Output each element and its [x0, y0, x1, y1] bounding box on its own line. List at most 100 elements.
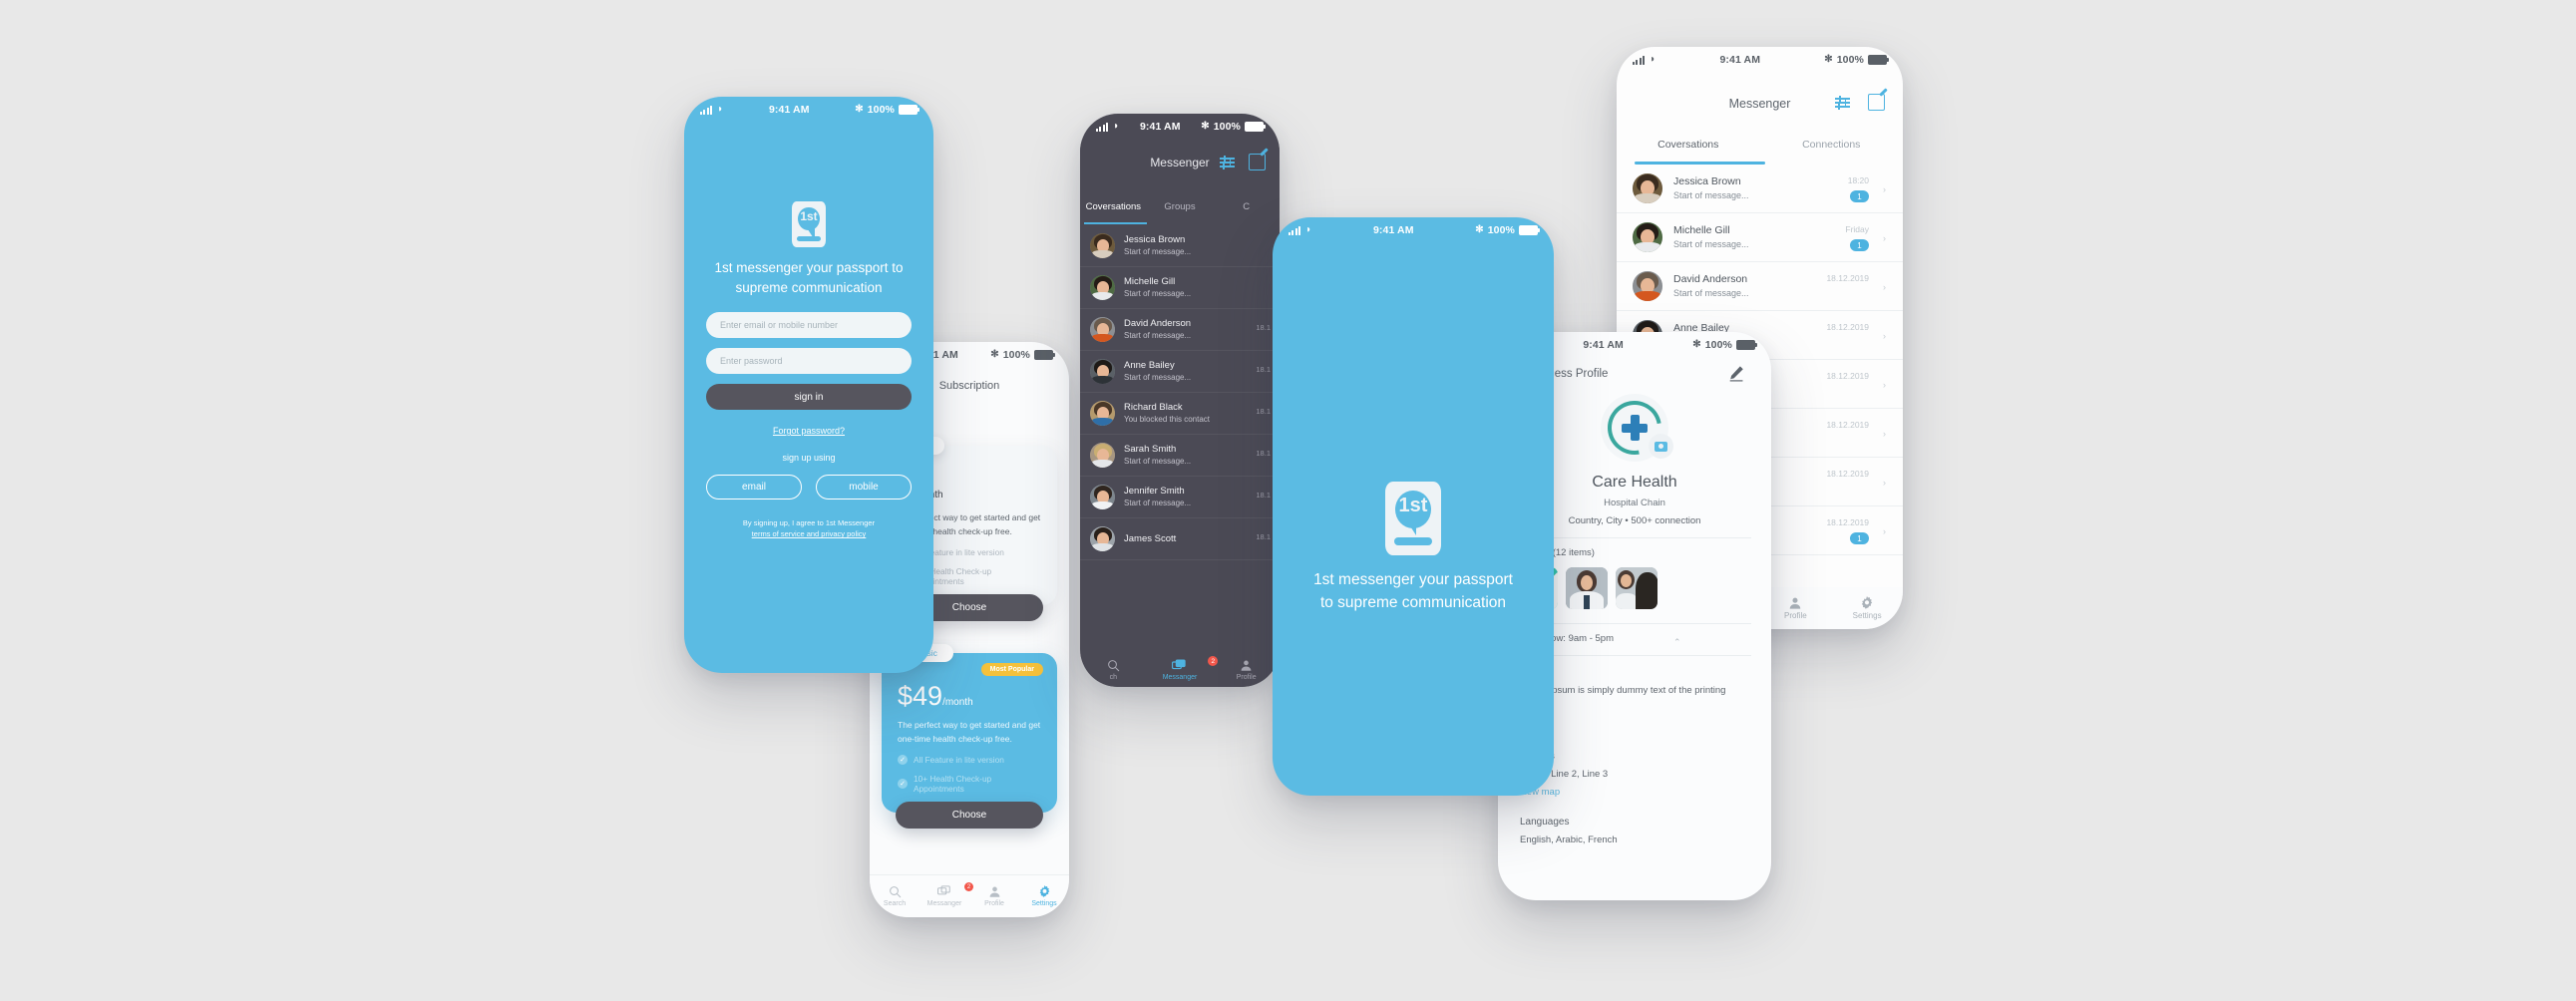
timestamp: 18.12.2019	[1826, 420, 1869, 430]
compose-icon[interactable]	[1868, 94, 1885, 111]
avatar	[1090, 485, 1115, 509]
conversation-row[interactable]: Michelle Gill Start of message... Friday › 1	[1617, 213, 1903, 262]
timestamp: 18.12.2019	[1826, 371, 1869, 381]
conversation-row[interactable]: Jennifer Smith Start of message... 18.1	[1080, 477, 1280, 518]
signal-icon	[1288, 225, 1301, 235]
signup-mobile-button[interactable]: mobile	[816, 475, 912, 500]
conversation-row[interactable]: Anne Bailey Start of message... 18.1	[1080, 351, 1280, 393]
nav-item-settings[interactable]: Settings	[1831, 595, 1903, 620]
avatar	[1090, 275, 1115, 300]
avatar	[1090, 401, 1115, 426]
conversation-meta: Michelle Gill Start of message...	[1124, 276, 1191, 299]
chevron-right-icon: ›	[1883, 478, 1886, 488]
plan-card-basic[interactable]: basic Most Popular $49/month The perfect…	[882, 644, 1057, 829]
check-icon: ✓	[898, 779, 908, 790]
bluetooth-icon: ✻	[1692, 339, 1701, 350]
password-field[interactable]: Enter password	[706, 348, 912, 374]
header-actions	[1835, 94, 1885, 111]
status-time: 9:41 AM	[1719, 54, 1761, 66]
battery-percent: 100%	[1836, 54, 1864, 66]
nav-item-search[interactable]: ch	[1080, 659, 1147, 681]
timestamp: Friday	[1845, 224, 1869, 234]
sign-up-using-label: sign up using	[782, 453, 836, 463]
avatar-art	[1090, 485, 1115, 509]
battery-icon	[1245, 122, 1266, 132]
plan-price: $49	[898, 681, 943, 711]
avatar-art	[1633, 271, 1662, 301]
filter-sliders-icon[interactable]	[1220, 155, 1235, 169]
nav-item-profile[interactable]: Profile	[969, 885, 1019, 907]
nav-label: Settings	[1031, 900, 1057, 907]
conversation-row[interactable]: Jessica Brown Start of message... 18:20 › 1	[1617, 165, 1903, 213]
battery-percent: 100%	[867, 104, 895, 116]
chevron-up-icon[interactable]: ⌃	[1673, 637, 1681, 648]
conversation-row[interactable]: Richard BlackYou blocked this contact 18.…	[1080, 393, 1280, 435]
avatar-body	[1092, 376, 1113, 384]
message-preview: Start of message...	[1124, 372, 1192, 382]
message-preview: Start of message...	[1124, 330, 1192, 340]
status-right: ✻ 100%	[1692, 339, 1757, 351]
email-field[interactable]: Enter email or mobile number	[706, 312, 912, 338]
status-time: 9:41 AM	[1139, 121, 1181, 133]
nav-item-messanger[interactable]: 2 Messanger	[920, 882, 973, 907]
terms-text[interactable]: By signing up, I agree to 1st Messenger …	[706, 517, 912, 540]
avatar	[1090, 443, 1115, 468]
forgot-password-link[interactable]: Forgot password?	[706, 426, 912, 436]
compose-icon[interactable]	[1249, 154, 1266, 170]
nav-item-messanger[interactable]: 2 Messanger	[1147, 656, 1219, 681]
chevron-right-icon: ›	[1883, 331, 1886, 341]
conversation-meta: Sarah SmithStart of message...	[1124, 444, 1191, 467]
sign-in-button[interactable]: sign in	[706, 384, 912, 410]
tab-contacts[interactable]: C	[1213, 201, 1280, 223]
conversation-row[interactable]: Jessica Brown Start of message...	[1080, 225, 1280, 267]
nav-item-search[interactable]: Search	[870, 885, 920, 907]
message-preview: You blocked this contact	[1124, 414, 1210, 424]
timestamp: 18.12.2019	[1826, 517, 1869, 527]
search-icon	[1080, 659, 1147, 672]
avatar-art	[1090, 275, 1115, 300]
bluetooth-icon: ✻	[1201, 121, 1210, 132]
tab-conversations[interactable]: Coversations	[1617, 139, 1760, 161]
tab-connections[interactable]: Connections	[1760, 139, 1904, 161]
tab-conversations[interactable]: Coversations	[1080, 201, 1147, 223]
conversation-row[interactable]: James Scott 18.1	[1080, 518, 1280, 560]
bluetooth-icon: ✻	[1824, 54, 1833, 65]
medical-cross-icon	[1622, 415, 1648, 441]
most-popular-badge: Most Popular	[980, 663, 1043, 676]
unread-badge: 1	[1850, 239, 1869, 251]
dark-messenger-screen: ◗ 9:41 AM ✻ 100% Messenger Coversations …	[1080, 114, 1280, 687]
battery-icon	[1868, 55, 1889, 65]
pencil-edit-icon[interactable]	[1728, 365, 1745, 382]
bluetooth-icon: ✻	[1475, 224, 1484, 235]
conversation-row[interactable]: Sarah Smith Start of message... 18.1	[1080, 435, 1280, 477]
nav-label: Profile	[1784, 611, 1807, 620]
avatar-art	[1090, 526, 1115, 551]
plan-feature: ✓ All Feature in lite version	[898, 755, 1041, 766]
doctor-with-patient-photo[interactable]	[1616, 567, 1657, 609]
timestamp: 18.12.2019	[1826, 469, 1869, 479]
conversation-row[interactable]: David Anderson Start of message... 18.1	[1080, 309, 1280, 351]
photo-art	[1616, 593, 1638, 609]
nav-item-profile[interactable]: Profile	[1213, 659, 1280, 681]
status-bar: ◗ 9:41 AM ✻ 100%	[1273, 217, 1554, 243]
conversation-list[interactable]: Jessica Brown Start of message... Michelle…	[1080, 225, 1280, 653]
conversation-row[interactable]: David Anderson Start of message... 18.12.2…	[1617, 262, 1903, 311]
nav-label: ch	[1109, 674, 1118, 681]
tab-groups[interactable]: Groups	[1147, 201, 1214, 223]
signup-email-button[interactable]: email	[706, 475, 802, 500]
avatar-body	[1092, 501, 1113, 509]
timestamp: 18.1	[1256, 491, 1271, 500]
conversation-row[interactable]: Michelle Gill Start of message...	[1080, 267, 1280, 309]
terms-line-2[interactable]: terms of service and privacy policy	[752, 529, 867, 538]
female-doctor-photo[interactable]	[1566, 567, 1608, 609]
nav-item-settings[interactable]: Settings	[1019, 885, 1069, 907]
choose-button[interactable]: Choose	[896, 802, 1043, 829]
filter-sliders-icon[interactable]	[1835, 95, 1850, 110]
status-time: 9:41 AM	[768, 104, 810, 116]
gear-icon	[1831, 595, 1903, 609]
camera-button[interactable]	[1649, 434, 1673, 459]
timestamp: 18.1	[1256, 407, 1271, 416]
chevron-right-icon: ›	[1883, 184, 1886, 194]
contact-name: Richard Black	[1124, 401, 1183, 413]
avatar-art	[1633, 222, 1662, 252]
